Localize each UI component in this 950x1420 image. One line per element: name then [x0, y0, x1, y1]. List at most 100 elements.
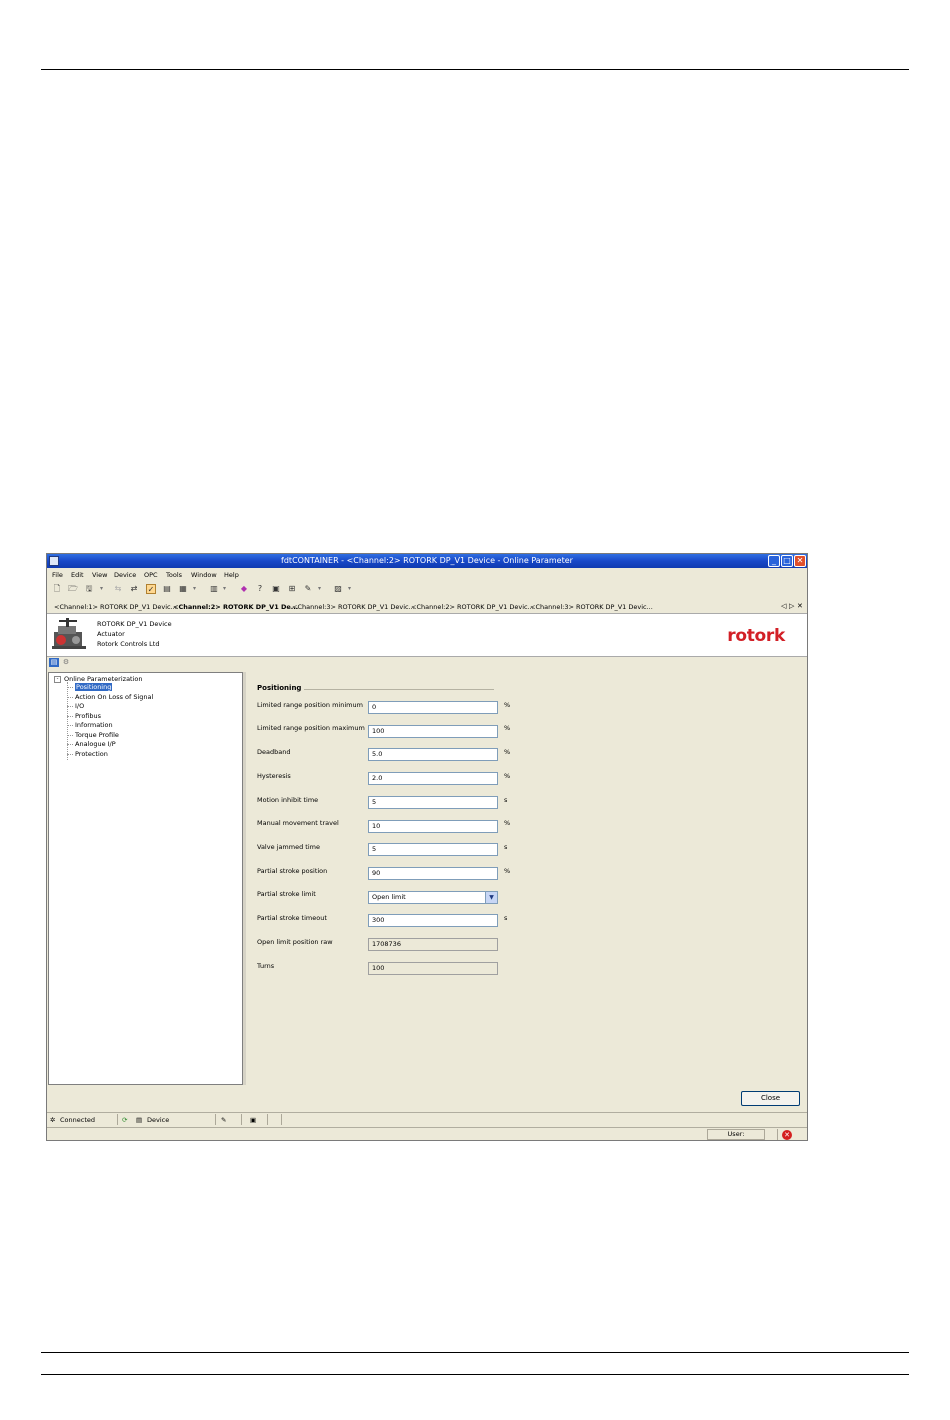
dropdown-arrow-icon[interactable]: ▾	[318, 584, 321, 594]
param-unit: %	[504, 748, 511, 756]
motion-inhibit-time-input[interactable]: 5	[368, 796, 498, 809]
hysteresis-input[interactable]: 2.0	[368, 772, 498, 785]
dropdown-arrow-icon[interactable]: ▾	[193, 584, 196, 594]
minimize-button[interactable]: _	[768, 555, 780, 567]
tab-channel-2b[interactable]: <Channel:2> ROTORK DP_V1 Devic...	[411, 603, 534, 611]
tree-branch	[67, 754, 73, 755]
param-label: Hysteresis	[257, 772, 291, 780]
rotork-logo: rotork	[727, 626, 785, 646]
application-window: fdtCONTAINER - <Channel:2> ROTORK DP_V1 …	[46, 553, 808, 1141]
tree-connector	[67, 682, 68, 760]
menu-edit[interactable]: Edit	[71, 571, 84, 579]
dropdown-arrow-icon[interactable]: ▾	[223, 584, 226, 594]
window-icon[interactable]: ▣	[271, 584, 281, 594]
network-status-icon: ▣	[250, 1116, 257, 1124]
tree-item-profibus[interactable]: Profibus	[75, 712, 101, 720]
partial-stroke-limit-select[interactable]: Open limit ▼	[368, 891, 498, 904]
menu-help[interactable]: Help	[224, 571, 239, 579]
new-file-icon[interactable]: 🗋	[52, 584, 62, 594]
list-view-icon[interactable]: ▤	[49, 658, 59, 667]
menu-window[interactable]: Window	[191, 571, 217, 579]
tab-channel-2-active[interactable]: <Channel:2> ROTORK DP_V1 De...	[173, 603, 298, 611]
manual-movement-travel-input[interactable]: 10	[368, 820, 498, 833]
menu-file[interactable]: File	[52, 571, 63, 579]
param-label: Valve jammed time	[257, 843, 320, 851]
title-bar: fdtCONTAINER - <Channel:2> ROTORK DP_V1 …	[47, 554, 807, 568]
tree-root-label: Online Parameterization	[64, 675, 143, 683]
help-icon[interactable]: ?	[255, 584, 265, 594]
status-bar: ✲ Connected ⟳ ▤ Device ✎ ▣	[47, 1112, 807, 1126]
limited-range-min-input[interactable]: 0	[368, 701, 498, 714]
edit-icon[interactable]: ✎	[303, 584, 313, 594]
window-title: fdtCONTAINER - <Channel:2> ROTORK DP_V1 …	[281, 556, 573, 565]
refresh-icon[interactable]: ⟳	[122, 1116, 127, 1124]
tree-branch	[67, 706, 73, 707]
valve-jammed-time-input[interactable]: 5	[368, 843, 498, 856]
tree-branch	[67, 744, 73, 745]
tab-next-icon[interactable]: ▷	[789, 602, 794, 610]
save-icon[interactable]: 🖫	[84, 584, 94, 594]
tab-channel-1[interactable]: <Channel:1> ROTORK DP_V1 Devic...	[54, 603, 177, 611]
device-online-icon[interactable]: ▦	[178, 584, 188, 594]
menu-device[interactable]: Device	[114, 571, 136, 579]
error-icon[interactable]: ✕	[782, 1130, 792, 1140]
collapse-icon[interactable]: -	[54, 675, 61, 683]
param-label: Manual movement travel	[257, 819, 339, 827]
param-unit: s	[504, 843, 508, 851]
param-label: Partial stroke timeout	[257, 914, 327, 922]
menu-tools[interactable]: Tools	[166, 571, 182, 579]
dropdown-arrow-icon[interactable]: ▾	[348, 584, 351, 594]
tab-prev-icon[interactable]: ◁	[781, 602, 786, 610]
tree-item-positioning[interactable]: Positioning	[75, 683, 113, 691]
maximize-button[interactable]: □	[781, 555, 793, 567]
deadband-input[interactable]: 5.0	[368, 748, 498, 761]
menu-view[interactable]: View	[92, 571, 107, 579]
settings-view-icon[interactable]: ⚙	[61, 658, 71, 667]
tab-channel-3b[interactable]: <Channel:3> ROTORK DP_V1 Devic...	[530, 603, 653, 611]
device-icon[interactable]: ▤	[162, 584, 172, 594]
open-limit-position-raw-value: 1708736	[368, 938, 498, 951]
close-window-button[interactable]: ✕	[794, 555, 806, 567]
partial-stroke-timeout-input[interactable]: 300	[368, 914, 498, 927]
tree-item-io[interactable]: I/O	[75, 702, 84, 710]
parameter-icon[interactable]: ▥	[209, 584, 219, 594]
tree-branch	[67, 725, 73, 726]
partial-stroke-position-input[interactable]: 90	[368, 867, 498, 880]
connection-icon: ✲	[50, 1116, 56, 1124]
chevron-down-icon[interactable]: ▼	[485, 892, 497, 903]
dropdown-arrow-icon[interactable]: ▾	[100, 584, 103, 594]
tab-channel-3[interactable]: <Channel:3> ROTORK DP_V1 Devic...	[292, 603, 415, 611]
device-status-icon: ▤	[136, 1116, 143, 1124]
param-label: Deadband	[257, 748, 291, 756]
pencil-icon: ✎	[221, 1116, 227, 1124]
dtm-icon[interactable]: ⊞	[287, 584, 297, 594]
partial-stroke-limit-value: Open limit	[372, 893, 406, 901]
param-label: Motion inhibit time	[257, 796, 319, 804]
network-icon[interactable]: ⇆	[113, 584, 123, 594]
tree-branch	[67, 735, 73, 736]
close-button[interactable]: Close	[741, 1091, 800, 1106]
tree-item-analogue-ip[interactable]: Analogue I/P	[75, 740, 116, 748]
device-mode: Device	[147, 1116, 170, 1124]
bottom-status-bar: User: Administrator ✕	[47, 1127, 807, 1140]
connection-status: Connected	[60, 1116, 96, 1124]
tree-item-torque-profile[interactable]: Torque Profile	[75, 731, 119, 739]
tree-item-protection[interactable]: Protection	[75, 750, 108, 758]
param-unit: %	[504, 867, 511, 875]
status-divider	[215, 1114, 216, 1125]
tree-branch	[67, 697, 73, 698]
tree-item-information[interactable]: Information	[75, 721, 113, 729]
menu-opc[interactable]: OPC	[144, 571, 158, 579]
limited-range-max-input[interactable]: 100	[368, 725, 498, 738]
connect-icon[interactable]: ✓	[146, 584, 156, 594]
param-label: Partial stroke position	[257, 867, 328, 875]
open-folder-icon[interactable]: 🗁	[68, 584, 78, 594]
toolbar: 🗋 🗁 🖫 ▾ ⇆ ⇄ ✓ ▤ ▦ ▾ ▥ ▾ ◆ ? ▣ ⊞ ✎ ▾ ▨ ▾	[47, 581, 807, 597]
status-divider	[267, 1114, 268, 1125]
tree-item-action-on-loss-of-signal[interactable]: Action On Loss of Signal	[75, 693, 153, 701]
turns-value: 100	[368, 962, 498, 975]
report-icon[interactable]: ▨	[333, 584, 343, 594]
diagnosis-icon[interactable]: ◆	[239, 584, 249, 594]
network-scan-icon[interactable]: ⇄	[129, 584, 139, 594]
tab-close-icon[interactable]: ✕	[797, 602, 803, 610]
